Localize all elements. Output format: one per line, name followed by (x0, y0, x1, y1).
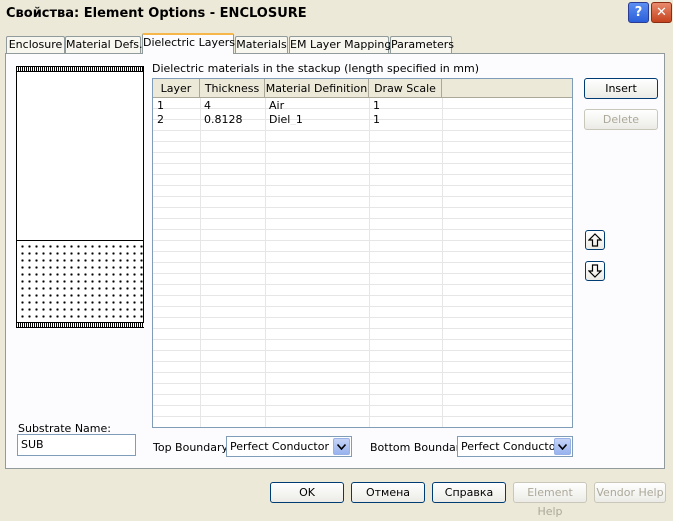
delete-button[interactable]: Delete (584, 109, 658, 130)
tab-materials[interactable]: Materials (235, 36, 288, 54)
ok-button[interactable]: OK (270, 482, 344, 503)
cell-thickness[interactable]: 0.8128 (200, 114, 265, 125)
chevron-down-icon[interactable] (554, 438, 571, 455)
column-header-material-definition[interactable]: Material Definition (265, 79, 369, 98)
column-header-draw-scale[interactable]: Draw Scale (369, 79, 442, 98)
cell-thickness[interactable]: 4 (200, 100, 265, 111)
dielectric-layers-table[interactable]: Layer Thickness Material Definition Draw… (152, 78, 573, 428)
cell-layer[interactable]: 2 (153, 114, 200, 125)
cancel-button[interactable]: Отмена (351, 482, 425, 503)
tab-enclosure[interactable]: Enclosure (6, 36, 65, 54)
stackup-preview (16, 66, 144, 328)
dielectric-layer-dots (17, 241, 143, 321)
arrow-up-icon (588, 233, 602, 247)
tab-em-layer-mapping[interactable]: EM Layer Mapping (289, 36, 391, 54)
bottom-boundary-select[interactable]: Perfect Conductor (457, 436, 573, 457)
tab-parameters[interactable]: Parameters (390, 36, 454, 54)
help-title-button[interactable]: ? (628, 2, 649, 23)
chevron-down-icon[interactable] (333, 438, 350, 455)
top-boundary-label: Top Boundary: (153, 441, 231, 454)
table-caption: Dielectric materials in the stackup (len… (152, 62, 479, 75)
cell-draw-scale[interactable]: 1 (369, 100, 442, 111)
bottom-boundary-label: Bottom Boundary: (370, 441, 470, 454)
top-boundary-hatch (16, 66, 144, 72)
tab-material-defs[interactable]: Material Defs. (65, 36, 143, 54)
arrow-down-icon (588, 264, 602, 278)
cell-material[interactable]: Diel_1 (265, 114, 369, 125)
column-header-layer[interactable]: Layer (153, 79, 200, 98)
element-help-button[interactable]: Element Help (513, 482, 587, 518)
tab-dielectric-layers[interactable]: Dielectric Layers (142, 33, 235, 54)
table-row[interactable]: 1 4 Air 1 (153, 100, 442, 111)
cell-draw-scale[interactable]: 1 (369, 114, 442, 125)
cell-layer[interactable]: 1 (153, 100, 200, 111)
help-button[interactable]: Справка (432, 482, 506, 503)
vendor-help-button[interactable]: Vendor Help (594, 482, 666, 503)
bottom-boundary-value: Perfect Conductor (461, 440, 560, 453)
column-header-thickness[interactable]: Thickness (200, 79, 265, 98)
move-down-button[interactable] (585, 261, 605, 281)
top-boundary-value: Perfect Conductor (230, 440, 329, 453)
cell-material[interactable]: Air (265, 100, 369, 111)
insert-button[interactable]: Insert (584, 78, 658, 99)
bottom-boundary-hatch (16, 322, 144, 328)
table-row[interactable]: 2 0.8128 Diel_1 1 (153, 114, 442, 125)
help-icon: ? (634, 5, 643, 20)
close-icon: ✕ (656, 5, 667, 20)
window-title: Свойства: Element Options - ENCLOSURE (6, 5, 307, 21)
title-bar: Свойства: Element Options - ENCLOSURE (0, 0, 673, 26)
close-button[interactable]: ✕ (651, 2, 672, 23)
table-header: Layer Thickness Material Definition Draw… (153, 79, 572, 98)
top-boundary-select[interactable]: Perfect Conductor (226, 436, 352, 457)
substrate-name-input[interactable]: SUB (17, 434, 136, 456)
move-up-button[interactable] (585, 230, 605, 250)
